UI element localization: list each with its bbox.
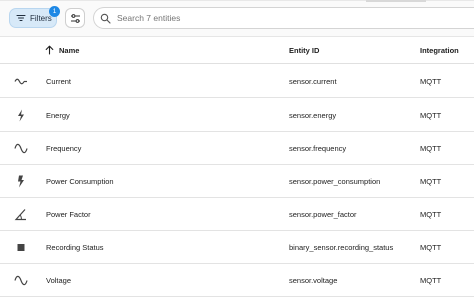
- table-header: Name Entity ID Integration: [0, 36, 474, 64]
- search-box[interactable]: [93, 7, 474, 29]
- entity-id: sensor.energy: [289, 111, 337, 120]
- sine-wave-icon: [14, 142, 28, 155]
- entity-name: Power Factor: [46, 210, 91, 219]
- entity-name: Power Consumption: [46, 177, 114, 186]
- entity-id: binary_sensor.recording_status: [289, 243, 394, 252]
- table-row[interactable]: Frequency sensor.frequency MQTT: [0, 132, 474, 165]
- column-header-integration[interactable]: Integration: [420, 46, 459, 55]
- table-row[interactable]: Current sensor.current MQTT: [0, 65, 474, 98]
- toolbar: Filters 1: [0, 0, 474, 36]
- entity-name: Energy: [46, 111, 70, 120]
- square-icon: [14, 241, 28, 254]
- entity-id: sensor.current: [289, 77, 337, 86]
- entity-name: Recording Status: [46, 243, 104, 252]
- entity-integration: MQTT: [420, 243, 442, 252]
- entity-integration: MQTT: [420, 210, 442, 219]
- table-row[interactable]: Voltage sensor.voltage MQTT: [0, 264, 474, 297]
- angle-icon: [14, 208, 28, 221]
- group-by-button[interactable]: [65, 8, 85, 28]
- entity-integration: MQTT: [420, 111, 442, 120]
- entity-name: Current: [46, 77, 72, 86]
- search-input[interactable]: [117, 13, 417, 23]
- entity-id: sensor.power_consumption: [289, 177, 381, 186]
- table-row[interactable]: Energy sensor.energy MQTT: [0, 99, 474, 132]
- entity-id: sensor.frequency: [289, 144, 347, 153]
- sine-wave-icon: [14, 274, 28, 287]
- tune-icon: [70, 13, 80, 23]
- sort-ascending-icon[interactable]: [45, 45, 54, 55]
- entity-name: Voltage: [46, 276, 72, 285]
- table-row[interactable]: Recording Status binary_sensor.recording…: [0, 231, 474, 264]
- entity-id: sensor.voltage: [289, 276, 338, 285]
- lightning-bolt-icon: [14, 109, 28, 122]
- entity-name: Frequency: [46, 144, 82, 153]
- search-icon: [100, 13, 111, 24]
- tab-indicator: [366, 0, 426, 2]
- filter-lines-icon: [16, 14, 26, 22]
- entity-integration: MQTT: [420, 144, 442, 153]
- filters-count-badge: 1: [49, 6, 60, 17]
- filters-label: Filters: [30, 13, 52, 23]
- entity-integration: MQTT: [420, 77, 442, 86]
- table-row[interactable]: Power Consumption sensor.power_consumpti…: [0, 165, 474, 198]
- entity-id: sensor.power_factor: [289, 210, 357, 219]
- column-header-name[interactable]: Name: [59, 46, 79, 55]
- current-icon: [14, 75, 28, 88]
- column-header-entity-id[interactable]: Entity ID: [289, 46, 319, 55]
- flash-icon: [14, 175, 28, 188]
- entity-integration: MQTT: [420, 276, 442, 285]
- table-row[interactable]: Power Factor sensor.power_factor MQTT: [0, 198, 474, 231]
- entity-integration: MQTT: [420, 177, 442, 186]
